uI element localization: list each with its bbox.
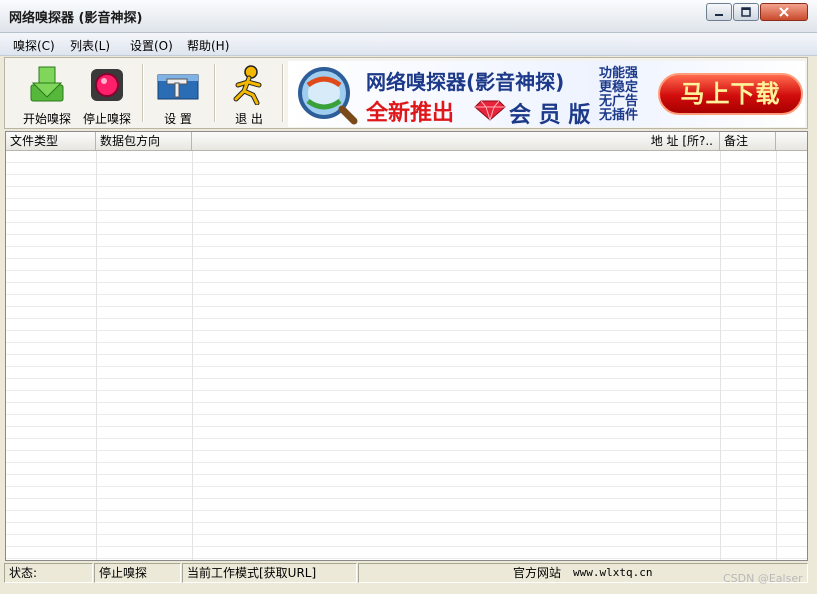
menu-bar: 嗅探(C) 列表(L) 设置(O) 帮助(H): [0, 33, 817, 56]
start-sniff-button[interactable]: 开始嗅探: [18, 58, 76, 128]
settings-button[interactable]: 设 置: [148, 58, 208, 128]
title-bar[interactable]: 网络嗅探器 (影音神探): [0, 0, 817, 33]
start-sniff-label: 开始嗅探: [22, 112, 71, 126]
stop-sniff-button[interactable]: 停止嗅探: [78, 58, 136, 128]
column-file-type[interactable]: 文件类型: [6, 132, 96, 150]
menu-list[interactable]: 列表(L): [67, 36, 113, 55]
status-mode: 当前工作模式[获取URL]: [182, 563, 357, 583]
list-body[interactable]: [6, 151, 807, 560]
status-label: 状态:: [4, 563, 93, 583]
toolbar: 开始嗅探 停止嗅探 设 置 退 出 网络嗅探器(影音神探) 全新推出 会 员 版…: [4, 57, 808, 129]
exit-label: 退 出: [235, 112, 263, 126]
download-now-button[interactable]: 马上下载: [658, 73, 803, 115]
stop-record-icon: [91, 69, 123, 101]
menu-settings[interactable]: 设置(O): [127, 36, 176, 55]
ad-feature: 无插件: [599, 108, 639, 123]
column-address[interactable]: 地 址 [所?..: [192, 132, 720, 150]
website-link[interactable]: www.wlxtq.cn: [573, 564, 652, 582]
ad-title: 网络嗅探器(影音神探): [366, 70, 565, 94]
status-bar: 状态: 停止嗅探 当前工作模式[获取URL] 官方网站 www.wlxtq.cn: [4, 563, 808, 585]
status-state: 停止嗅探: [94, 563, 181, 583]
column-divider: [192, 151, 193, 560]
column-divider: [720, 151, 721, 560]
toolbar-separator: [282, 64, 284, 122]
column-packet-direction[interactable]: 数据包方向: [96, 132, 192, 150]
ad-vip-edition: 会 员 版: [509, 103, 591, 128]
website-label: 官方网站: [513, 566, 562, 580]
download-arrow-icon: [30, 66, 64, 102]
menu-help[interactable]: 帮助(H): [184, 36, 232, 55]
ad-feature: 功能强: [599, 66, 639, 81]
exit-button[interactable]: 退 出: [220, 58, 278, 128]
window-title: 网络嗅探器 (影音神探): [9, 11, 143, 26]
ad-feature: 无广告: [599, 94, 639, 109]
ad-subtitle: 全新推出: [366, 101, 455, 126]
toolbar-separator: [214, 64, 216, 122]
settings-label: 设 置: [164, 112, 192, 126]
app-window: 网络嗅探器 (影音神探) 嗅探(C) 列表(L) 设置(O) 帮助(H) 开始嗅…: [0, 0, 817, 594]
column-divider: [96, 151, 97, 560]
capture-list[interactable]: 文件类型 数据包方向 地 址 [所?.. 备注: [5, 131, 808, 561]
diamond-icon: [474, 100, 506, 121]
minimize-button[interactable]: [706, 3, 732, 21]
ad-feature: 更稳定: [599, 80, 639, 95]
maximize-icon: [741, 7, 751, 17]
magnifier-logo-icon: [298, 67, 358, 125]
watermark: CSDN @Ealser: [723, 572, 803, 585]
minimize-icon: [715, 14, 723, 16]
list-header: 文件类型 数据包方向 地 址 [所?.. 备注: [6, 132, 807, 151]
settings-hammer-icon: [157, 74, 199, 100]
column-extra[interactable]: [776, 132, 807, 150]
maximize-button[interactable]: [733, 3, 759, 21]
menu-sniff[interactable]: 嗅探(C): [10, 36, 58, 55]
close-button[interactable]: [760, 3, 808, 21]
column-notes[interactable]: 备注: [720, 132, 776, 150]
ad-banner[interactable]: 网络嗅探器(影音神探) 全新推出 会 员 版 功能强 更稳定 无广告 无插件 马…: [288, 61, 805, 128]
stop-sniff-label: 停止嗅探: [82, 112, 131, 126]
column-divider: [776, 151, 777, 560]
toolbar-separator: [142, 64, 144, 122]
close-icon: [779, 7, 789, 17]
running-man-icon: [233, 65, 262, 105]
